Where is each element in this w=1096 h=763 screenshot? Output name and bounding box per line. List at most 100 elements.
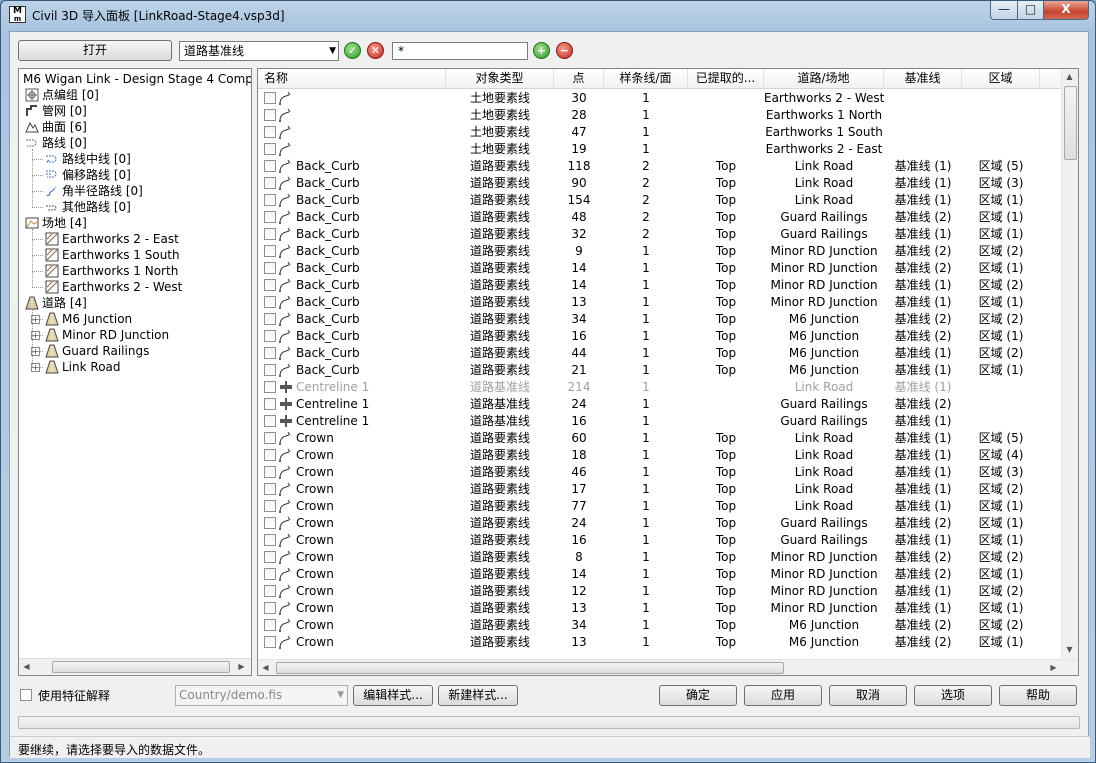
table-row[interactable]: Back_Curb 道路要素线 154 2 Top Link Road 基准线 (1) 区域 … <box>258 192 1062 209</box>
table-row[interactable]: Back_Curb 道路要素线 21 1 Top M6 Junction 基准线 (1) 区域… <box>258 362 1062 379</box>
scroll-left-icon[interactable]: ◀ <box>19 659 34 674</box>
table-row[interactable]: Back_Curb 道路要素线 34 1 Top M6 Junction 基准线 (2) 区域… <box>258 311 1062 328</box>
help-button[interactable]: 帮助 <box>999 685 1077 706</box>
row-checkbox[interactable] <box>264 483 276 495</box>
tree-node-17[interactable]: + Link Road <box>19 359 251 375</box>
scroll-thumb[interactable] <box>52 661 230 673</box>
row-checkbox[interactable] <box>264 551 276 563</box>
scroll-thumb[interactable] <box>1064 86 1077 160</box>
row-checkbox[interactable] <box>264 228 276 240</box>
row-checkbox[interactable] <box>264 296 276 308</box>
tree-node-3[interactable]: 路线 [0] <box>19 135 251 151</box>
open-button[interactable]: 打开 <box>18 40 172 61</box>
table-row[interactable]: Back_Curb 道路要素线 9 1 Top Minor RD Junction 基准线 … <box>258 243 1062 260</box>
row-checkbox[interactable] <box>264 585 276 597</box>
tree-node-14[interactable]: + M6 Junction <box>19 311 251 327</box>
row-checkbox[interactable] <box>264 143 276 155</box>
object-list[interactable]: 名称 对象类型点样条线/面 已提取的... 道路/场地 基准线 区域 土地要素线 30 1 Ea… <box>257 68 1079 676</box>
table-row[interactable]: 土地要素线 30 1 Earthworks 2 - West <box>258 90 1062 107</box>
row-checkbox[interactable] <box>264 364 276 376</box>
tree-node-10[interactable]: Earthworks 1 South <box>19 247 251 263</box>
tree-node-0[interactable]: 点编组 [0] <box>19 87 251 103</box>
tree-node-9[interactable]: Earthworks 2 - East <box>19 231 251 247</box>
table-row[interactable]: Crown 道路要素线 13 1 Top M6 Junction 基准线 (2) 区域 (1) <box>258 634 1062 651</box>
row-checkbox[interactable] <box>264 279 276 291</box>
row-checkbox[interactable] <box>264 177 276 189</box>
table-row[interactable]: Back_Curb 道路要素线 16 1 Top M6 Junction 基准线 (2) 区域… <box>258 328 1062 345</box>
tree-root[interactable]: M6 Wigan Link - Design Stage 4 Complete.… <box>19 71 251 87</box>
row-checkbox[interactable] <box>264 109 276 121</box>
table-row[interactable]: Crown 道路要素线 13 1 Top Minor RD Junction 基准线 (1)… <box>258 600 1062 617</box>
table-row[interactable]: Crown 道路要素线 8 1 Top Minor RD Junction 基准线 (2) 区… <box>258 549 1062 566</box>
column-header-4[interactable]: 已提取的... <box>688 69 764 89</box>
object-tree[interactable]: M6 Wigan Link - Design Stage 4 Complete.… <box>18 68 252 676</box>
row-checkbox[interactable] <box>264 534 276 546</box>
close-button[interactable]: X <box>1043 1 1089 20</box>
table-row[interactable]: Back_Curb 道路要素线 118 2 Top Link Road 基准线 (1) 区域 … <box>258 158 1062 175</box>
tree-node-12[interactable]: Earthworks 2 - West <box>19 279 251 295</box>
table-row[interactable]: Centreline 1 道路基准线 24 1 Guard Railings 基准线 (2… <box>258 396 1062 413</box>
tree-node-2[interactable]: 曲面 [6] <box>19 119 251 135</box>
table-row[interactable]: Back_Curb 道路要素线 14 1 Top Minor RD Junction 基准线… <box>258 260 1062 277</box>
table-row[interactable]: Centreline 1 道路基准线 16 1 Guard Railings 基准线 (1… <box>258 413 1062 430</box>
table-row[interactable]: Crown 道路要素线 60 1 Top Link Road 基准线 (1) 区域 (5) <box>258 430 1062 447</box>
list-vertical-scrollbar[interactable]: ▲ ▼ <box>1061 69 1078 659</box>
row-checkbox[interactable] <box>264 568 276 580</box>
row-checkbox[interactable] <box>264 211 276 223</box>
column-header-0[interactable]: 名称 <box>258 69 446 89</box>
row-checkbox[interactable] <box>264 636 276 648</box>
table-row[interactable]: Back_Curb 道路要素线 32 2 Top Guard Railings 基准线 (1… <box>258 226 1062 243</box>
table-row[interactable]: Crown 道路要素线 24 1 Top Guard Railings 基准线 (2) 区域 … <box>258 515 1062 532</box>
row-checkbox[interactable] <box>264 160 276 172</box>
scroll-up-icon[interactable]: ▲ <box>1062 69 1077 84</box>
tree-node-13[interactable]: 道路 [4] <box>19 295 251 311</box>
tree-node-5[interactable]: 偏移路线 [0] <box>19 167 251 183</box>
cancel-button[interactable]: 取消 <box>829 685 907 706</box>
row-checkbox[interactable] <box>264 347 276 359</box>
table-row[interactable]: Crown 道路要素线 17 1 Top Link Road 基准线 (1) 区域 (2) <box>258 481 1062 498</box>
tree-node-15[interactable]: + Minor RD Junction <box>19 327 251 343</box>
table-row[interactable]: Back_Curb 道路要素线 48 2 Top Guard Railings 基准线 (2… <box>258 209 1062 226</box>
list-horizontal-scrollbar[interactable]: ◀ ▶ <box>258 659 1078 675</box>
tree-node-8[interactable]: 场地 [4] <box>19 215 251 231</box>
new-style-button[interactable]: 新建样式... <box>438 685 518 706</box>
table-row[interactable]: Crown 道路要素线 34 1 Top M6 Junction 基准线 (2) 区域 (2) <box>258 617 1062 634</box>
table-row[interactable]: Back_Curb 道路要素线 90 2 Top Link Road 基准线 (1) 区域 (… <box>258 175 1062 192</box>
scroll-left-icon[interactable]: ◀ <box>258 660 273 675</box>
tree-node-16[interactable]: + Guard Railings <box>19 343 251 359</box>
column-header-5[interactable]: 道路/场地 <box>764 69 884 89</box>
row-checkbox[interactable] <box>264 245 276 257</box>
scroll-thumb[interactable] <box>276 662 784 674</box>
add-icon[interactable]: + <box>533 42 550 59</box>
maximize-button[interactable]: □ <box>1017 1 1044 20</box>
column-header-6[interactable]: 基准线 <box>884 69 962 89</box>
apply-button[interactable]: 应用 <box>744 685 822 706</box>
scroll-down-icon[interactable]: ▼ <box>1062 642 1077 657</box>
row-checkbox[interactable] <box>264 449 276 461</box>
tree-node-7[interactable]: 其他路线 [0] <box>19 199 251 215</box>
clear-icon[interactable]: ✕ <box>367 42 384 59</box>
table-row[interactable]: 土地要素线 19 1 Earthworks 2 - East <box>258 141 1062 158</box>
table-row[interactable]: 土地要素线 28 1 Earthworks 1 North <box>258 107 1062 124</box>
table-row[interactable]: 土地要素线 47 1 Earthworks 1 South <box>258 124 1062 141</box>
row-checkbox[interactable] <box>264 92 276 104</box>
table-row[interactable]: Centreline 1 道路基准线 214 1 Link Road 基准线 (1) <box>258 379 1062 396</box>
row-checkbox[interactable] <box>264 432 276 444</box>
ok-button[interactable]: 确定 <box>659 685 737 706</box>
minimize-button[interactable]: — <box>990 1 1018 20</box>
table-row[interactable]: Crown 道路要素线 12 1 Top Minor RD Junction 基准线 (1)… <box>258 583 1062 600</box>
table-row[interactable]: Crown 道路要素线 46 1 Top Link Road 基准线 (1) 区域 (3) <box>258 464 1062 481</box>
row-checkbox[interactable] <box>264 415 276 427</box>
scroll-right-icon[interactable]: ▶ <box>234 659 249 674</box>
check-icon[interactable]: ✓ <box>344 42 361 59</box>
table-row[interactable]: Back_Curb 道路要素线 14 1 Top Minor RD Junction 基准线… <box>258 277 1062 294</box>
title-bar[interactable]: Mm Civil 3D 导入面板 [LinkRoad-Stage4.vsp3d]… <box>1 1 1095 29</box>
scroll-right-icon[interactable]: ▶ <box>1046 660 1061 675</box>
table-row[interactable]: Crown 道路要素线 77 1 Top Link Road 基准线 (1) 区域 (1) <box>258 498 1062 515</box>
row-checkbox[interactable] <box>264 500 276 512</box>
table-row[interactable]: Back_Curb 道路要素线 44 1 Top M6 Junction 基准线 (1) 区域… <box>258 345 1062 362</box>
table-row[interactable]: Crown 道路要素线 14 1 Top Minor RD Junction 基准线 (2)… <box>258 566 1062 583</box>
tree-node-11[interactable]: Earthworks 1 North <box>19 263 251 279</box>
row-checkbox[interactable] <box>264 313 276 325</box>
table-row[interactable]: Crown 道路要素线 18 1 Top Link Road 基准线 (1) 区域 (4) <box>258 447 1062 464</box>
